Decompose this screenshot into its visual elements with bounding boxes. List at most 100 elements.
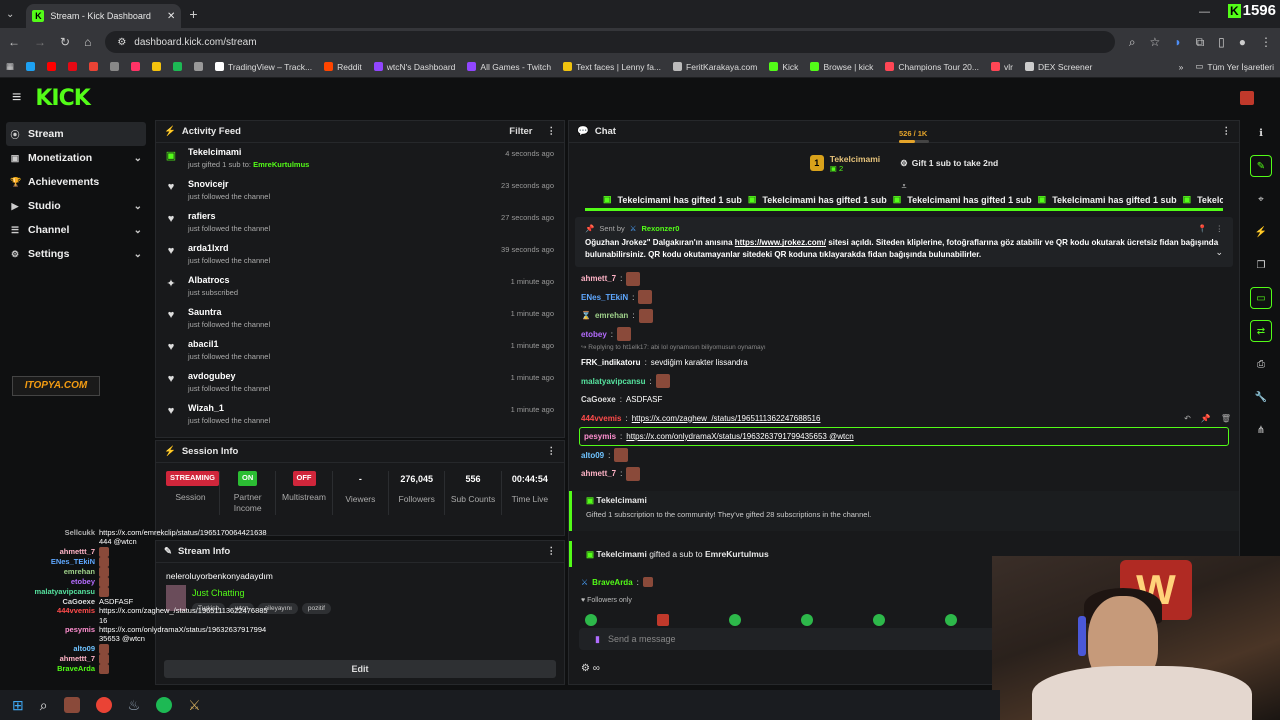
- stream-info-menu-icon[interactable]: ⋮: [547, 546, 557, 557]
- bookmark-item[interactable]: [152, 62, 162, 71]
- mic-icon[interactable]: ▮: [595, 634, 600, 645]
- bookmark-item[interactable]: Text faces | Lenny fa...: [563, 62, 661, 72]
- chat-username[interactable]: ENes_TEkiN: [581, 293, 628, 302]
- settings-gear-icon[interactable]: ⚙: [581, 663, 590, 674]
- chat-username[interactable]: FRK_indikatoru: [581, 358, 641, 367]
- bookmark-item[interactable]: [89, 62, 99, 71]
- bookmark-item[interactable]: [194, 62, 204, 71]
- close-tab-icon[interactable]: ✕: [167, 11, 175, 22]
- browser-tab[interactable]: K Stream - Kick Dashboard ✕: [26, 4, 182, 28]
- chat-message-text[interactable]: https://x.com/onlydramaX/status/19632637…: [626, 432, 853, 441]
- sidebar-item-settings[interactable]: ⚙ Settings ⌄: [0, 242, 152, 266]
- chat-username[interactable]: CaGoexe: [581, 395, 616, 404]
- infinity-icon[interactable]: ∞: [593, 663, 600, 674]
- bookmark-item[interactable]: Reddit: [324, 62, 362, 72]
- activity-username[interactable]: Snovicejr: [188, 179, 270, 189]
- all-bookmarks-folder[interactable]: ▭ Tüm Yer İşaretleri: [1195, 61, 1274, 72]
- bookmark-item[interactable]: FeritKarakaya.com: [673, 62, 757, 72]
- taskbar-app-icon[interactable]: [63, 697, 80, 713]
- home-icon[interactable]: ⌂: [84, 35, 91, 49]
- top-gifter[interactable]: 1 Tekelcimami ▣ 2: [809, 154, 880, 173]
- chat-username[interactable]: 444vvemis: [581, 414, 621, 423]
- delete-icon[interactable]: 🗑: [1221, 414, 1231, 423]
- chat-menu-icon[interactable]: ⋮: [1222, 126, 1232, 137]
- sidebar-item-stream[interactable]: ⦿ Stream: [6, 122, 146, 146]
- bookmark-item[interactable]: DEX Screener: [1024, 62, 1092, 72]
- activity-target[interactable]: EmreKurtulmus: [253, 160, 309, 169]
- activity-username[interactable]: rafiers: [188, 211, 270, 221]
- chevron-down-icon[interactable]: ⌄: [134, 249, 142, 260]
- collapse-icon[interactable]: ⩡: [569, 182, 1239, 191]
- bookmark-item[interactable]: Champions Tour 20...: [885, 62, 979, 72]
- activity-username[interactable]: avdogubey: [188, 371, 270, 381]
- emote-4-icon[interactable]: [801, 614, 813, 627]
- bookmark-item[interactable]: Browse | kick: [810, 62, 873, 72]
- forward-icon[interactable]: →: [34, 35, 46, 49]
- apps-grid-icon[interactable]: ▦: [6, 61, 14, 72]
- bookmark-item[interactable]: wtcN's Dashboard: [373, 62, 455, 72]
- chat-username[interactable]: etobey: [581, 330, 607, 339]
- bolt-tool-icon[interactable]: ⚡: [1250, 221, 1272, 243]
- chat-tool-icon[interactable]: ▭: [1250, 287, 1272, 309]
- puzzle-icon[interactable]: ⧉: [1196, 35, 1205, 50]
- emote-3-icon[interactable]: [729, 614, 741, 627]
- gift-line-target[interactable]: EmreKurtulmus: [705, 549, 769, 559]
- bookmark-item[interactable]: All Games - Twitch: [467, 62, 551, 72]
- new-tab-icon[interactable]: +: [189, 6, 197, 22]
- chrome-icon[interactable]: [95, 697, 112, 713]
- windows-start-icon[interactable]: ⊞: [12, 697, 24, 714]
- extension-icon[interactable]: ◗: [1174, 35, 1181, 49]
- target-icon[interactable]: ⌖: [1250, 188, 1272, 210]
- wrench-icon[interactable]: 🔧: [1250, 386, 1272, 408]
- reload-icon[interactable]: ↻: [60, 35, 70, 49]
- sidebar-item-studio[interactable]: ▶ Studio ⌄: [0, 194, 152, 218]
- chat-username[interactable]: pesymis: [584, 432, 616, 441]
- back-icon[interactable]: ←: [8, 35, 20, 49]
- bookmark-item[interactable]: Kick: [769, 62, 798, 72]
- minimize-icon[interactable]: —: [1199, 6, 1210, 18]
- sub-event-user[interactable]: Tekelcimami: [596, 495, 646, 505]
- bookmark-item[interactable]: vlr: [991, 62, 1013, 72]
- link-icon[interactable]: ⇄: [1250, 320, 1272, 342]
- lol-icon[interactable]: ⚔: [188, 697, 201, 714]
- tab-search-icon[interactable]: ⌄: [6, 9, 14, 20]
- bookmark-item[interactable]: [47, 62, 57, 71]
- chat-username[interactable]: BraveArda: [592, 578, 632, 587]
- zoom-icon[interactable]: ⌕: [1129, 35, 1136, 50]
- filter-button[interactable]: Filter: [509, 126, 532, 137]
- activity-username[interactable]: abacil1: [188, 339, 270, 349]
- activity-username[interactable]: Wizah_1: [188, 403, 270, 413]
- bookmark-star-icon[interactable]: ☆: [1150, 35, 1161, 49]
- emote-6-icon[interactable]: [945, 614, 957, 627]
- sidepanel-icon[interactable]: ▯: [1218, 35, 1225, 49]
- user-avatar[interactable]: [1240, 91, 1254, 105]
- bookmark-item[interactable]: [110, 62, 120, 71]
- emote-2-icon[interactable]: [657, 614, 669, 627]
- gift-line-user[interactable]: Tekelcimami: [596, 549, 646, 559]
- spotify-icon[interactable]: [156, 697, 173, 713]
- chat-username[interactable]: alto09: [581, 451, 604, 460]
- chevron-down-icon[interactable]: ⌄: [134, 201, 142, 212]
- more-bookmarks-icon[interactable]: »: [1179, 62, 1184, 72]
- bookmark-item[interactable]: [131, 62, 141, 71]
- bookmark-item[interactable]: [68, 62, 78, 71]
- expand-chevron-icon[interactable]: ⌄: [1215, 246, 1223, 260]
- kick-logo[interactable]: KICK: [35, 86, 90, 111]
- share-icon[interactable]: ⋔: [1250, 419, 1272, 441]
- url-field[interactable]: ⚙ dashboard.kick.com/stream: [105, 31, 1115, 53]
- bookmark-item[interactable]: [26, 62, 36, 71]
- printer-icon[interactable]: ⎙: [1250, 353, 1272, 375]
- unpin-icon[interactable]: 📍: [1198, 223, 1207, 234]
- session-menu-icon[interactable]: ⋮: [547, 446, 557, 457]
- copy-icon[interactable]: ❐: [1250, 254, 1272, 276]
- chevron-down-icon[interactable]: ⌄: [134, 153, 142, 164]
- pinned-link[interactable]: https://www.jrokez.com/: [735, 238, 826, 247]
- activity-username[interactable]: Tekelcimami: [188, 147, 309, 157]
- bookmark-item[interactable]: [173, 62, 183, 71]
- emote-5-icon[interactable]: [873, 614, 885, 627]
- profile-avatar-icon[interactable]: ●: [1239, 35, 1246, 49]
- menu-dots-icon[interactable]: ⋮: [1260, 35, 1272, 49]
- emote-1-icon[interactable]: [585, 614, 597, 627]
- hamburger-icon[interactable]: ≡: [12, 89, 21, 107]
- reply-icon[interactable]: ↶: [1184, 414, 1191, 423]
